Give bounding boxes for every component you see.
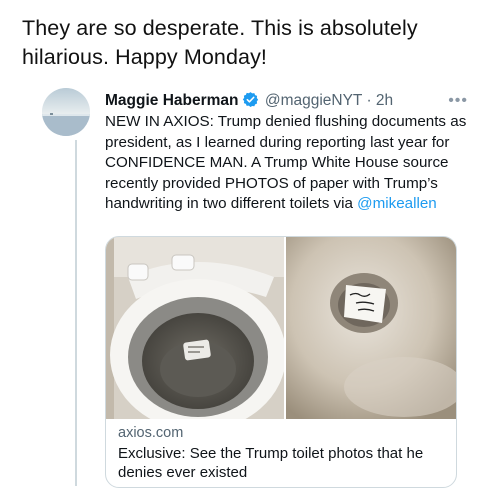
card-photos: [106, 237, 456, 419]
tweet-timestamp[interactable]: 2h: [376, 92, 393, 109]
link-card[interactable]: axios.com Exclusive: See the Trump toile…: [105, 236, 457, 488]
author-name[interactable]: Maggie Haberman: [105, 92, 239, 109]
avatar[interactable]: [42, 88, 90, 136]
tweet-body: NEW IN AXIOS: Trump denied flushing docu…: [105, 112, 475, 215]
thread-line: [75, 140, 77, 486]
author-handle[interactable]: @maggieNYT: [265, 92, 362, 109]
toilet-photo-left-image: [106, 237, 284, 419]
toilet-photo-right[interactable]: [286, 237, 456, 419]
avatar-image: [42, 88, 90, 136]
mention-link[interactable]: @mikeallen: [357, 195, 437, 212]
more-horizontal-icon[interactable]: •••: [448, 90, 468, 112]
card-title[interactable]: Exclusive: See the Trump toilet photos t…: [118, 444, 448, 482]
tweet-header: Maggie Haberman @maggieNYT · 2h: [105, 90, 465, 112]
separator-dot: ·: [366, 92, 372, 109]
card-domain[interactable]: axios.com: [118, 425, 183, 441]
toilet-photo-right-image: [286, 237, 456, 419]
toilet-photo-left[interactable]: [106, 237, 284, 419]
post-text: They are so desperate. This is absolutel…: [22, 16, 418, 69]
